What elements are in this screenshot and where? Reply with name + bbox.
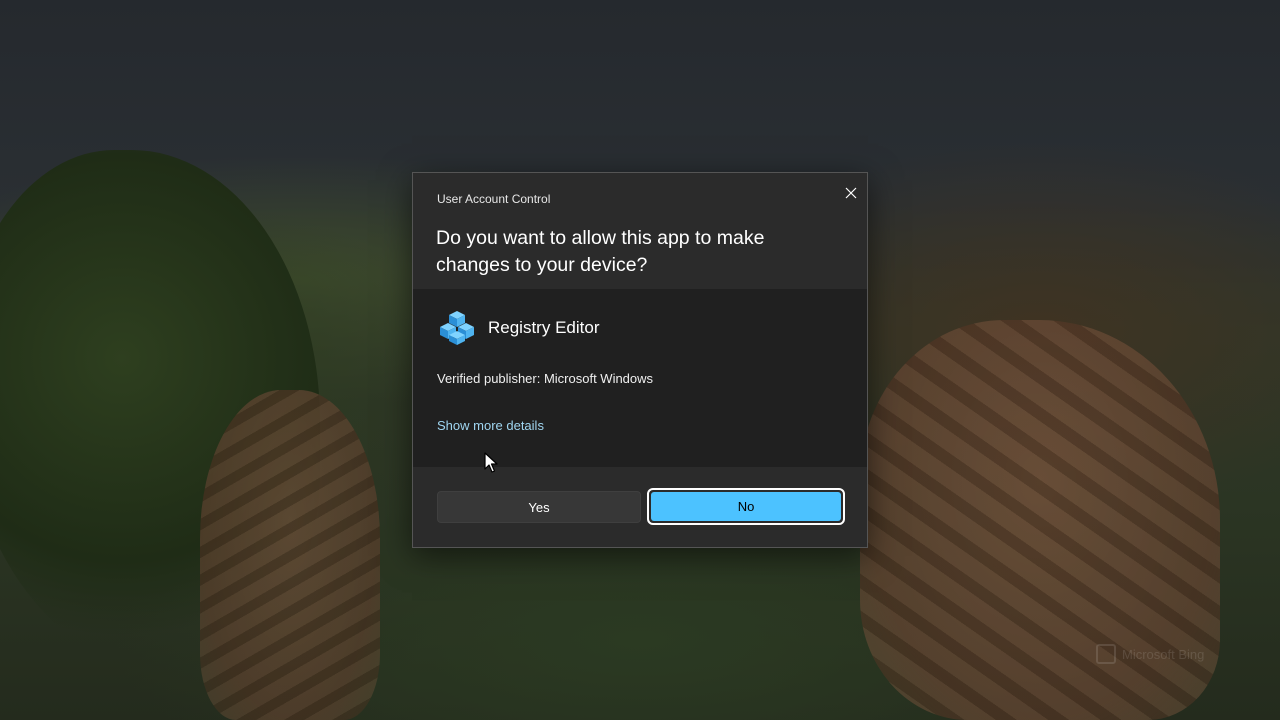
bing-watermark: Microsoft Bing [1096, 644, 1204, 664]
uac-dialog: User Account Control Do you want to allo… [412, 172, 868, 548]
bing-logo-icon [1096, 644, 1116, 664]
no-button[interactable]: No [651, 492, 841, 521]
dialog-question: Do you want to allow this app to make ch… [436, 227, 765, 276]
dialog-window-label: User Account Control [437, 192, 551, 206]
watermark-text: Microsoft Bing [1122, 646, 1205, 662]
yes-button[interactable]: Yes [437, 491, 641, 523]
mouse-cursor-icon [484, 452, 498, 473]
background-tree [0, 150, 320, 670]
close-icon [845, 187, 857, 199]
background-giraffe-small [200, 390, 380, 720]
app-name: Registry Editor [488, 318, 600, 337]
publisher-text: Verified publisher: Microsoft Windows [437, 371, 654, 386]
close-button[interactable] [839, 181, 863, 205]
registry-editor-icon [440, 311, 474, 345]
show-more-details-link[interactable]: Show more details [437, 418, 544, 433]
